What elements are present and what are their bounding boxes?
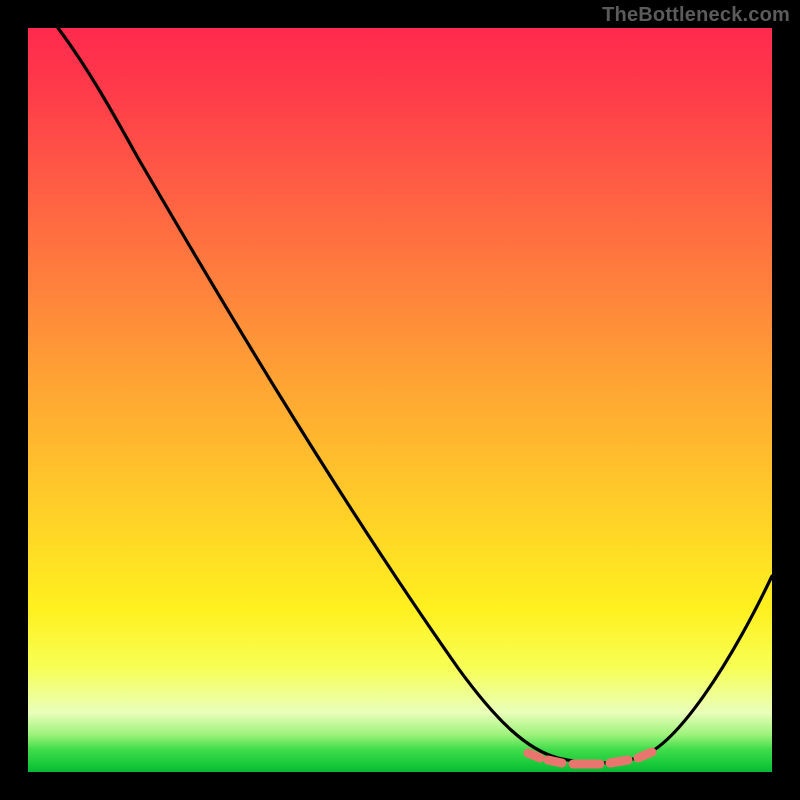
plot-area (28, 28, 772, 772)
bottleneck-curve (28, 28, 772, 772)
curve-path (58, 28, 772, 763)
watermark-text: TheBottleneck.com (602, 4, 790, 27)
chart-frame: TheBottleneck.com (0, 0, 800, 800)
